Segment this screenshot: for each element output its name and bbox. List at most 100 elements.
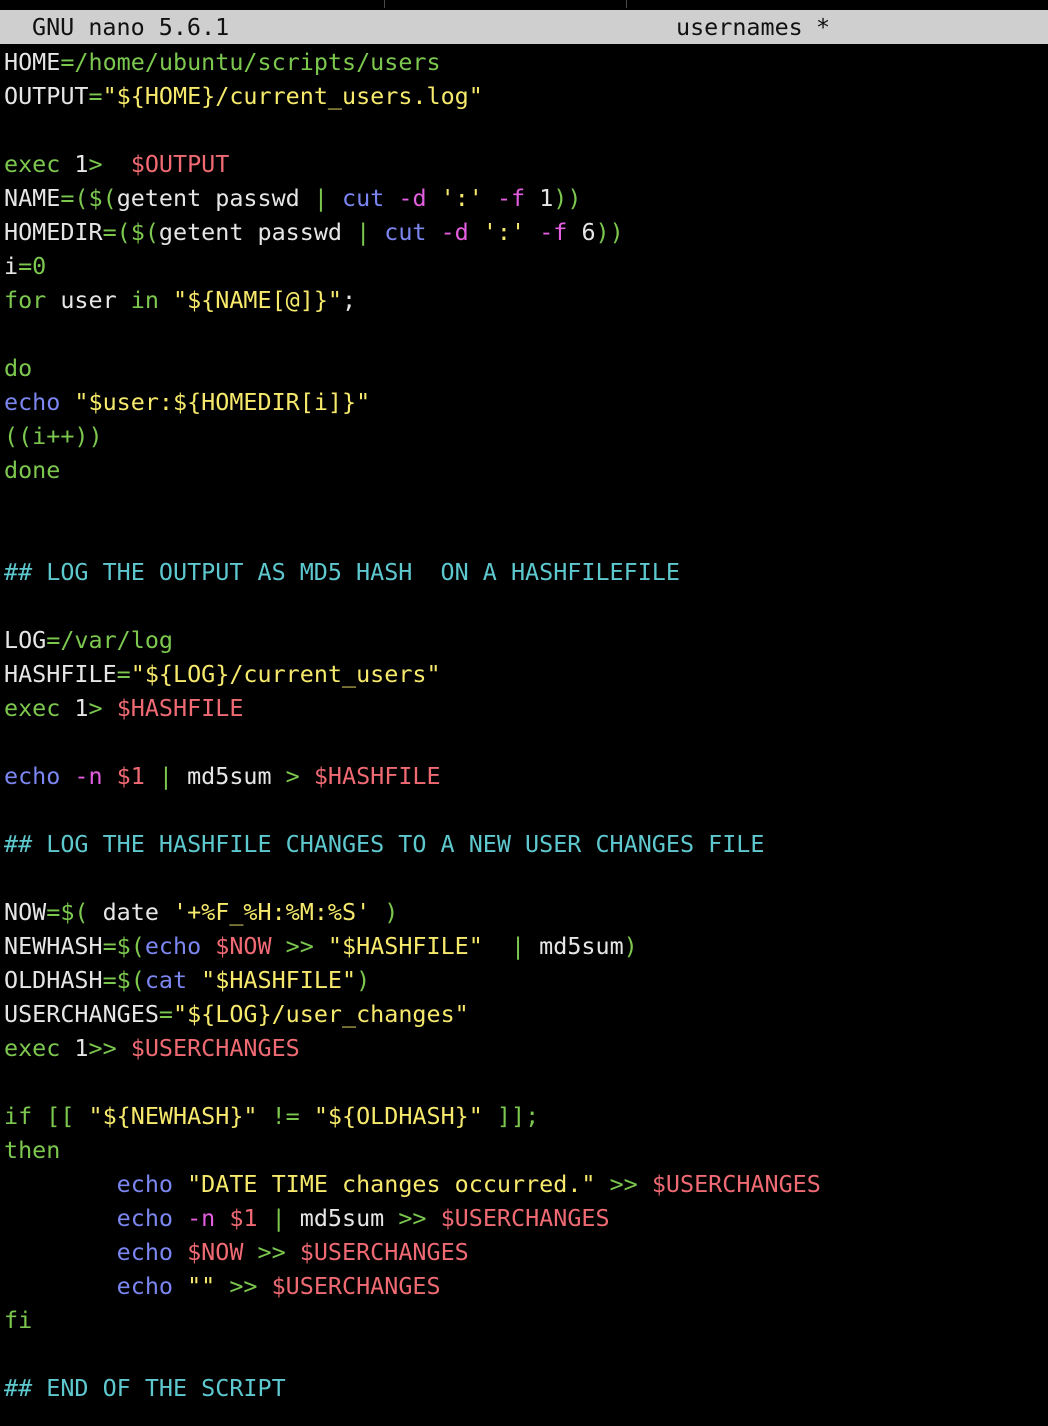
code-text: OLDHASH: [4, 966, 103, 994]
code-keyword: )): [553, 184, 582, 212]
code-variable: $HASHFILE: [313, 762, 441, 790]
code-keyword: >>: [257, 1238, 300, 1266]
code-keyword: !=: [271, 1102, 314, 1130]
code-line: ## LOG THE OUTPUT AS MD5 HASH ON A HASHF…: [4, 555, 1044, 589]
code-comment: ## END OF THE SCRIPT: [4, 1374, 286, 1402]
code-line: for user in "${NAME[@]}";: [4, 283, 1044, 317]
code-builtin: echo: [116, 1170, 188, 1198]
code-builtin: cat: [144, 966, 202, 994]
code-option: -d: [398, 184, 441, 212]
code-keyword: =/var/log: [46, 626, 173, 654]
code-line: echo "$user:${HOMEDIR[i]}": [4, 385, 1044, 419]
code-variable: $NOW: [187, 1238, 258, 1266]
code-text: getent passwd: [116, 184, 314, 212]
code-option: -n: [187, 1204, 230, 1232]
code-line: then: [4, 1133, 1044, 1167]
code-string: "": [187, 1272, 230, 1300]
code-keyword: >: [88, 150, 131, 178]
tab-divider: [626, 0, 627, 8]
code-keyword: =/home/ubuntu/scripts/users: [60, 48, 441, 76]
code-keyword: exec: [4, 694, 75, 722]
code-line: HASHFILE="${LOG}/current_users": [4, 657, 1044, 691]
code-keyword: >>: [609, 1170, 652, 1198]
code-line: HOMEDIR=($(getent passwd | cut -d ':' -f…: [4, 215, 1044, 249]
code-text: HOMEDIR: [4, 218, 103, 246]
code-keyword: |: [271, 1204, 300, 1232]
code-line: OLDHASH=$(cat "$HASHFILE"): [4, 963, 1044, 997]
nano-title-bar: GNU nano 5.6.1 usernames *: [0, 10, 1048, 44]
code-line: if [[ "${NEWHASH}" != "${OLDHASH}" ]];: [4, 1099, 1044, 1133]
code-builtin: echo: [4, 388, 75, 416]
code-builtin: echo: [144, 932, 216, 960]
code-keyword: =($(: [60, 184, 117, 212]
code-keyword: if [[: [4, 1102, 89, 1130]
code-text: ;: [342, 286, 357, 314]
code-string: "${OLDHASH}": [313, 1102, 497, 1130]
code-option: -f: [496, 184, 540, 212]
terminal-tab-strip: [0, 0, 1048, 8]
code-line: LOG=/var/log: [4, 623, 1044, 657]
code-keyword: done: [4, 456, 61, 484]
code-keyword: =: [158, 1000, 173, 1028]
code-line: do: [4, 351, 1044, 385]
code-string: "DATE TIME changes occurred.": [187, 1170, 610, 1198]
code-builtin: echo: [4, 762, 75, 790]
code-string: "${NAME[@]}": [173, 286, 343, 314]
code-text: OUTPUT: [4, 82, 89, 110]
code-keyword: ((i++)): [4, 422, 103, 450]
code-text: md5sum: [299, 1204, 399, 1232]
code-line: NOW=$( date '+%F_%H:%M:%S' ): [4, 895, 1044, 929]
code-string: "$HASHFILE": [201, 966, 357, 994]
code-comment: ## LOG THE HASHFILE CHANGES TO A NEW USE…: [4, 830, 765, 858]
code-text: md5sum: [539, 932, 624, 960]
code-builtin: echo: [116, 1272, 188, 1300]
code-string: ':': [482, 218, 540, 246]
code-text: i: [4, 252, 19, 280]
code-keyword: >>: [285, 932, 328, 960]
code-line: echo $NOW >> $USERCHANGES: [4, 1235, 1044, 1269]
code-variable: $1: [229, 1204, 272, 1232]
code-keyword: then: [4, 1136, 61, 1164]
code-variable: $USERCHANGES: [130, 1034, 300, 1062]
code-text: getent passwd: [158, 218, 357, 246]
code-text: 1: [74, 694, 89, 722]
code-variable: $USERCHANGES: [651, 1170, 821, 1198]
code-line: exec 1> $OUTPUT: [4, 147, 1044, 181]
code-variable: $NOW: [215, 932, 286, 960]
code-string: "${NEWHASH}": [88, 1102, 272, 1130]
code-keyword: in: [130, 286, 174, 314]
code-text: 1: [74, 150, 89, 178]
code-keyword: =: [88, 82, 103, 110]
code-comment: ## LOG THE OUTPUT AS MD5 HASH ON A HASHF…: [4, 558, 680, 586]
code-keyword: |: [356, 218, 385, 246]
code-keyword: >>: [88, 1034, 131, 1062]
code-variable: $USERCHANGES: [271, 1272, 441, 1300]
code-option: -d: [440, 218, 483, 246]
modified-indicator: *: [816, 13, 831, 41]
code-keyword: >>: [229, 1272, 272, 1300]
code-string: "$HASHFILE": [327, 932, 511, 960]
code-keyword: ): [356, 966, 371, 994]
code-keyword: fi: [4, 1306, 33, 1334]
code-text: 1: [539, 184, 554, 212]
code-keyword: =$(: [102, 932, 145, 960]
code-keyword: ): [384, 898, 399, 926]
editor-text-area[interactable]: HOME=/home/ubuntu/scripts/users OUTPUT="$…: [4, 45, 1044, 1405]
code-keyword: for: [4, 286, 61, 314]
code-keyword: >: [88, 694, 117, 722]
code-text: user: [60, 286, 131, 314]
code-line: ((i++)): [4, 419, 1044, 453]
code-line: NEWHASH=$(echo $NOW >> "$HASHFILE" | md5…: [4, 929, 1044, 963]
code-line: ## END OF THE SCRIPT: [4, 1371, 1044, 1405]
code-string: '+%F_%H:%M:%S': [173, 898, 385, 926]
code-variable: $HASHFILE: [116, 694, 244, 722]
code-text: 6: [581, 218, 596, 246]
code-text: 1: [74, 1034, 89, 1062]
